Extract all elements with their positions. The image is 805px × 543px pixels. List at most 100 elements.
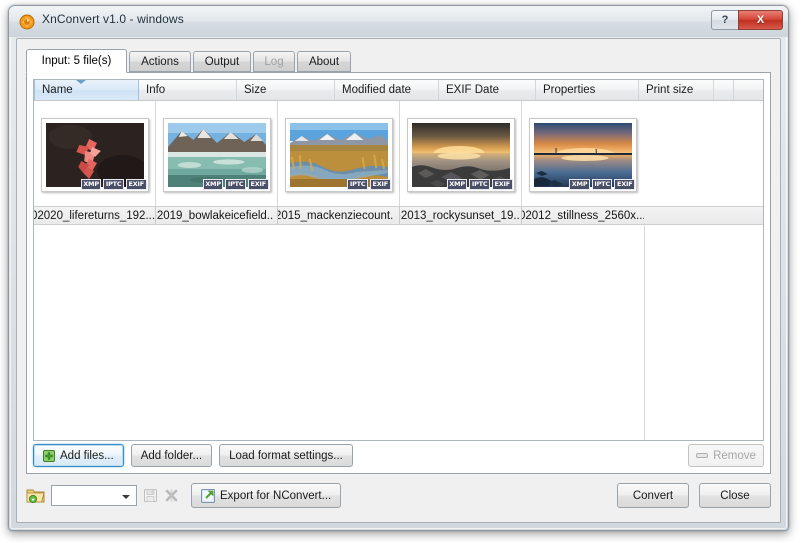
file-name-label: )2019_bowlakeicefield.. <box>156 210 273 222</box>
list-item[interactable]: XMP IPTC EXIF <box>400 101 522 206</box>
file-name-cell[interactable]: 02020_lifereturns_192... <box>34 207 156 224</box>
thumbnail-frame: XMP IPTC EXIF <box>407 118 515 192</box>
thumbnail-frame: XMP IPTC EXIF <box>41 118 149 192</box>
preset-combobox[interactable] <box>51 485 137 506</box>
file-name-cell[interactable]: )2019_bowlakeicefield.. <box>156 207 278 224</box>
save-floppy-icon <box>143 488 158 503</box>
add-folder-label: Add folder... <box>141 450 202 462</box>
thumbnail-image-ocean-sunset-rocks <box>412 123 510 187</box>
thumbnail-frame: XMP IPTC EXIF <box>163 118 271 192</box>
file-name-cell[interactable]: 2015_mackenziecount. <box>278 207 400 224</box>
close-label: Close <box>720 490 749 502</box>
window-controls: ? X <box>711 10 783 30</box>
window-title: XnConvert v1.0 - windows <box>42 12 184 26</box>
column-header-exif-date[interactable]: EXIF Date <box>439 80 536 100</box>
list-item[interactable]: XMP IPTC EXIF <box>522 101 644 206</box>
tab-actions[interactable]: Actions <box>129 51 191 72</box>
help-button[interactable]: ? <box>711 10 738 30</box>
add-files-label: Add files... <box>60 450 114 462</box>
screen: XnConvert v1.0 - windows ? X Input: 5 fi… <box>0 0 805 543</box>
column-header-print-size[interactable]: Print size <box>639 80 734 100</box>
badge-exif: EXIF <box>370 179 391 190</box>
column-header-extra[interactable] <box>734 80 763 100</box>
column-header-properties[interactable]: Properties <box>536 80 639 100</box>
convert-label: Convert <box>633 490 673 502</box>
thumbnail-frame: IPTC EXIF <box>285 118 393 192</box>
metadata-badges: XMP IPTC EXIF <box>569 179 635 190</box>
badge-exif: EXIF <box>126 179 147 190</box>
sort-ascending-icon <box>76 80 86 84</box>
badge-iptc: IPTC <box>103 179 124 190</box>
add-folder-button[interactable]: Add folder... <box>131 444 212 467</box>
load-format-settings-label: Load format settings... <box>229 450 343 462</box>
column-header-name-label: Name <box>42 84 73 96</box>
remove-button: Remove <box>688 444 764 467</box>
tab-about[interactable]: About <box>297 51 351 72</box>
plus-icon <box>43 450 55 462</box>
thumbnail-image-glacier-lake-mountains <box>168 123 266 187</box>
file-name-row: 02020_lifereturns_192... )2019_bowlakeic… <box>34 206 763 225</box>
file-list-header: Name Info Size Modified date EXIF Date P… <box>34 80 763 101</box>
metadata-badges: XMP IPTC EXIF <box>447 179 513 190</box>
badge-iptc: IPTC <box>592 179 613 190</box>
tab-output[interactable]: Output <box>193 51 251 72</box>
metadata-badges: XMP IPTC EXIF <box>203 179 269 190</box>
open-folder-icon[interactable] <box>26 487 45 504</box>
badge-exif: EXIF <box>614 179 635 190</box>
application-window: XnConvert v1.0 - windows ? X Input: 5 fi… <box>8 5 789 531</box>
export-label: Export for NConvert... <box>220 490 331 502</box>
thumbnail-image-golden-tussock-river <box>290 123 388 187</box>
badge-xmp: XMP <box>203 179 224 190</box>
export-arrow-icon <box>201 489 215 503</box>
remove-label: Remove <box>713 450 756 462</box>
input-tab-panel: Name Info Size Modified date EXIF Date P… <box>26 72 771 474</box>
badge-xmp: XMP <box>569 179 590 190</box>
column-header-info[interactable]: Info <box>139 80 237 100</box>
client-area: Input: 5 file(s) Actions Output Log Abou… <box>16 38 781 523</box>
tab-strip: Input: 5 file(s) Actions Output Log Abou… <box>26 49 771 72</box>
badge-iptc: IPTC <box>347 179 368 190</box>
badge-exif: EXIF <box>248 179 269 190</box>
metadata-badges: XMP IPTC EXIF <box>81 179 147 190</box>
chevron-down-icon <box>122 495 130 499</box>
list-item[interactable]: XMP IPTC EXIF <box>156 101 278 206</box>
bottom-toolbar: Export for NConvert... Convert Close <box>26 480 771 514</box>
file-name-label: 2015_mackenziecount. <box>278 210 393 222</box>
file-name-cell[interactable]: 02012_stillness_2560x... <box>522 207 644 224</box>
thumbnail-frame: XMP IPTC EXIF <box>529 118 637 192</box>
badge-xmp: XMP <box>81 179 102 190</box>
column-rule <box>644 223 645 440</box>
badge-iptc: IPTC <box>469 179 490 190</box>
list-item[interactable]: XMP IPTC EXIF <box>34 101 156 206</box>
thumbnail-image-flower-on-dark-rock <box>46 123 144 187</box>
xnconvert-gear-icon <box>19 14 35 30</box>
badge-exif: EXIF <box>492 179 513 190</box>
minus-icon <box>696 451 708 460</box>
badge-iptc: IPTC <box>225 179 246 190</box>
load-format-settings-button[interactable]: Load format settings... <box>219 444 353 467</box>
file-actions-bar: Add files... Add folder... Load format s… <box>33 444 764 468</box>
file-name-label: 02020_lifereturns_192... <box>34 210 155 222</box>
title-bar[interactable]: XnConvert v1.0 - windows ? X <box>9 6 788 37</box>
file-list[interactable]: Name Info Size Modified date EXIF Date P… <box>33 79 764 441</box>
file-name-label: 02012_stillness_2560x... <box>522 210 644 222</box>
add-files-button[interactable]: Add files... <box>33 444 124 467</box>
export-for-nconvert-button[interactable]: Export for NConvert... <box>191 483 341 508</box>
file-name-label: )2013_rockysunset_19.. <box>400 210 520 222</box>
metadata-badges: IPTC EXIF <box>347 179 390 190</box>
column-header-modified-date[interactable]: Modified date <box>335 80 439 100</box>
convert-button[interactable]: Convert <box>617 483 689 508</box>
column-header-name[interactable]: Name <box>34 80 139 100</box>
list-item[interactable]: IPTC EXIF <box>278 101 400 206</box>
delete-x-icon <box>164 488 179 503</box>
thumbnail-row: XMP IPTC EXIF <box>34 101 763 206</box>
close-window-button[interactable]: X <box>738 10 783 30</box>
file-name-cell[interactable]: )2013_rockysunset_19.. <box>400 207 522 224</box>
thumbnail-image-calm-lake-sunset <box>534 123 632 187</box>
close-button[interactable]: Close <box>699 483 771 508</box>
badge-xmp: XMP <box>447 179 468 190</box>
tab-input[interactable]: Input: 5 file(s) <box>26 49 127 73</box>
column-header-size[interactable]: Size <box>237 80 335 100</box>
tab-log: Log <box>253 51 295 72</box>
column-rule <box>713 80 714 100</box>
